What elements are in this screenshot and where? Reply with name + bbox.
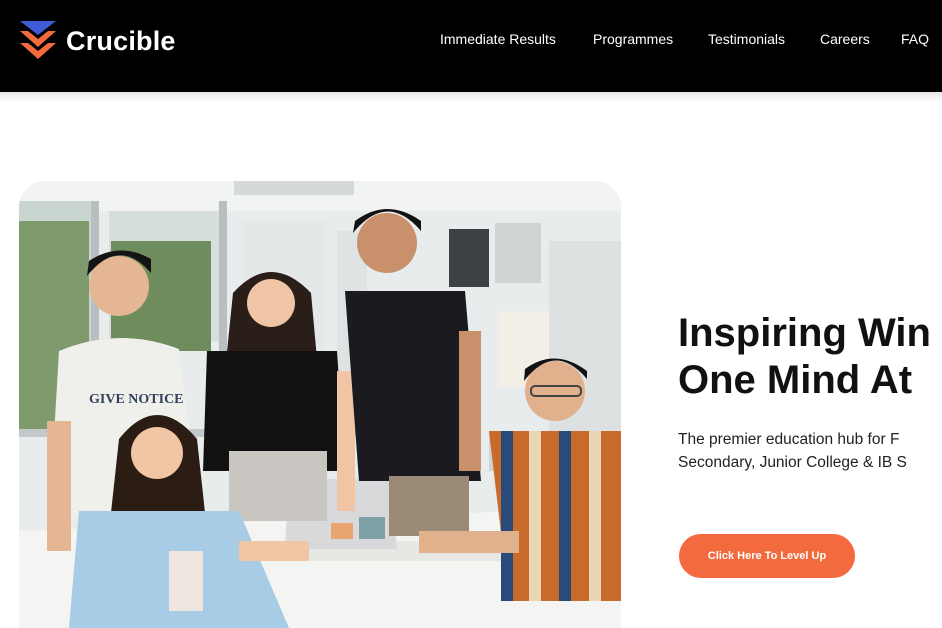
hero-subtitle-line-1: The premier education hub for F — [678, 431, 900, 448]
shirt-print: GIVE NOTICE — [89, 392, 184, 407]
hero-title: Inspiring Win One Mind At — [678, 310, 942, 404]
site-header: Crucible Immediate Results Programmes Te… — [0, 0, 942, 92]
nav-careers[interactable]: Careers — [820, 31, 870, 47]
hero-subtitle-line-2: Secondary, Junior College & IB S — [678, 454, 907, 471]
hero-subtitle: The premier education hub for F Secondar… — [678, 428, 942, 474]
hero-photo: GIVE NOTICE — [19, 181, 621, 628]
header-shadow — [0, 92, 942, 102]
nav-testimonials[interactable]: Testimonials — [708, 31, 785, 47]
students-group-illustration: GIVE NOTICE — [19, 181, 621, 628]
nav-programmes[interactable]: Programmes — [593, 31, 673, 47]
level-up-button[interactable]: Click Here To Level Up — [679, 534, 855, 578]
hero-title-line-2: One Mind At — [678, 358, 913, 402]
nav-immediate-results[interactable]: Immediate Results — [440, 31, 556, 47]
hero-title-line-1: Inspiring Win — [678, 311, 931, 355]
main-nav: Immediate Results Programmes Testimonial… — [0, 31, 942, 51]
nav-faq[interactable]: FAQ — [901, 31, 929, 47]
